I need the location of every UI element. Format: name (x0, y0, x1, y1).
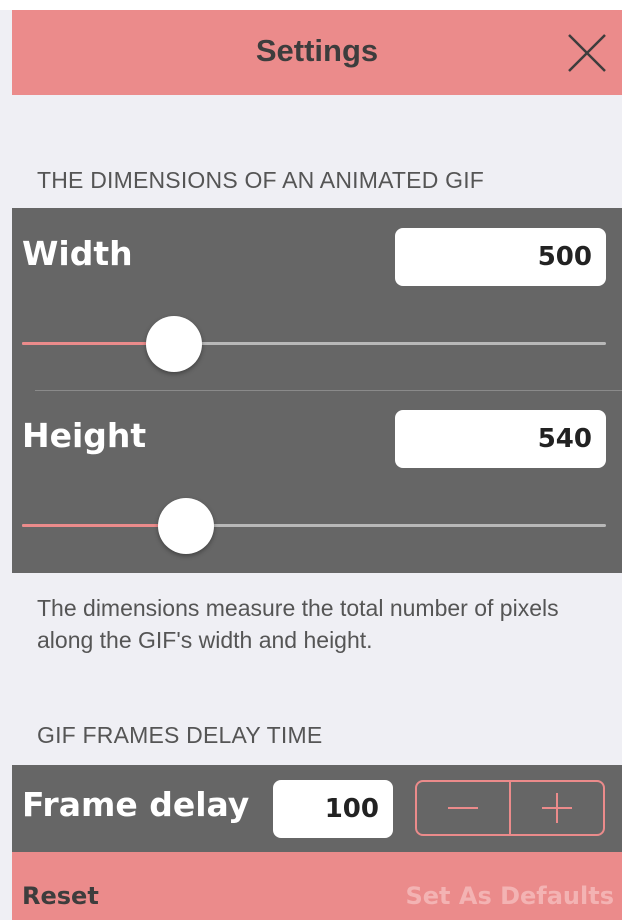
dimensions-footnote: The dimensions measure the total number … (37, 595, 559, 653)
bottom-toolbar: Reset Set As Defaults (12, 852, 622, 920)
delay-section-header: GIF FRAMES DELAY TIME (37, 722, 323, 748)
height-slider[interactable] (22, 496, 606, 556)
page-title: Settings (255, 33, 379, 68)
height-label: Height (22, 416, 147, 455)
frame-delay-input[interactable] (273, 780, 393, 838)
frame-delay-label: Frame delay (22, 785, 250, 824)
width-label: Width (22, 234, 133, 273)
frame-delay-stepper (415, 780, 605, 836)
close-button[interactable] (566, 32, 608, 74)
delay-panel: Frame delay (12, 765, 622, 852)
increment-button[interactable] (509, 782, 603, 834)
dimensions-section-header: THE DIMENSIONS OF AN ANIMATED GIF (37, 167, 485, 193)
width-input[interactable] (395, 228, 606, 286)
set-as-defaults-button[interactable]: Set As Defaults (405, 882, 614, 910)
row-divider (35, 390, 622, 391)
dimensions-panel: Width Height (12, 208, 622, 573)
minus-icon (448, 807, 478, 809)
status-strip (0, 0, 622, 10)
decrement-button[interactable] (417, 782, 509, 834)
close-icon (568, 34, 606, 72)
height-slider-thumb[interactable] (158, 498, 214, 554)
nav-bar: Settings (12, 10, 622, 95)
height-input[interactable] (395, 410, 606, 468)
width-slider[interactable] (22, 314, 606, 374)
width-slider-thumb[interactable] (146, 316, 202, 372)
reset-button[interactable]: Reset (22, 882, 99, 910)
plus-icon (556, 793, 558, 823)
